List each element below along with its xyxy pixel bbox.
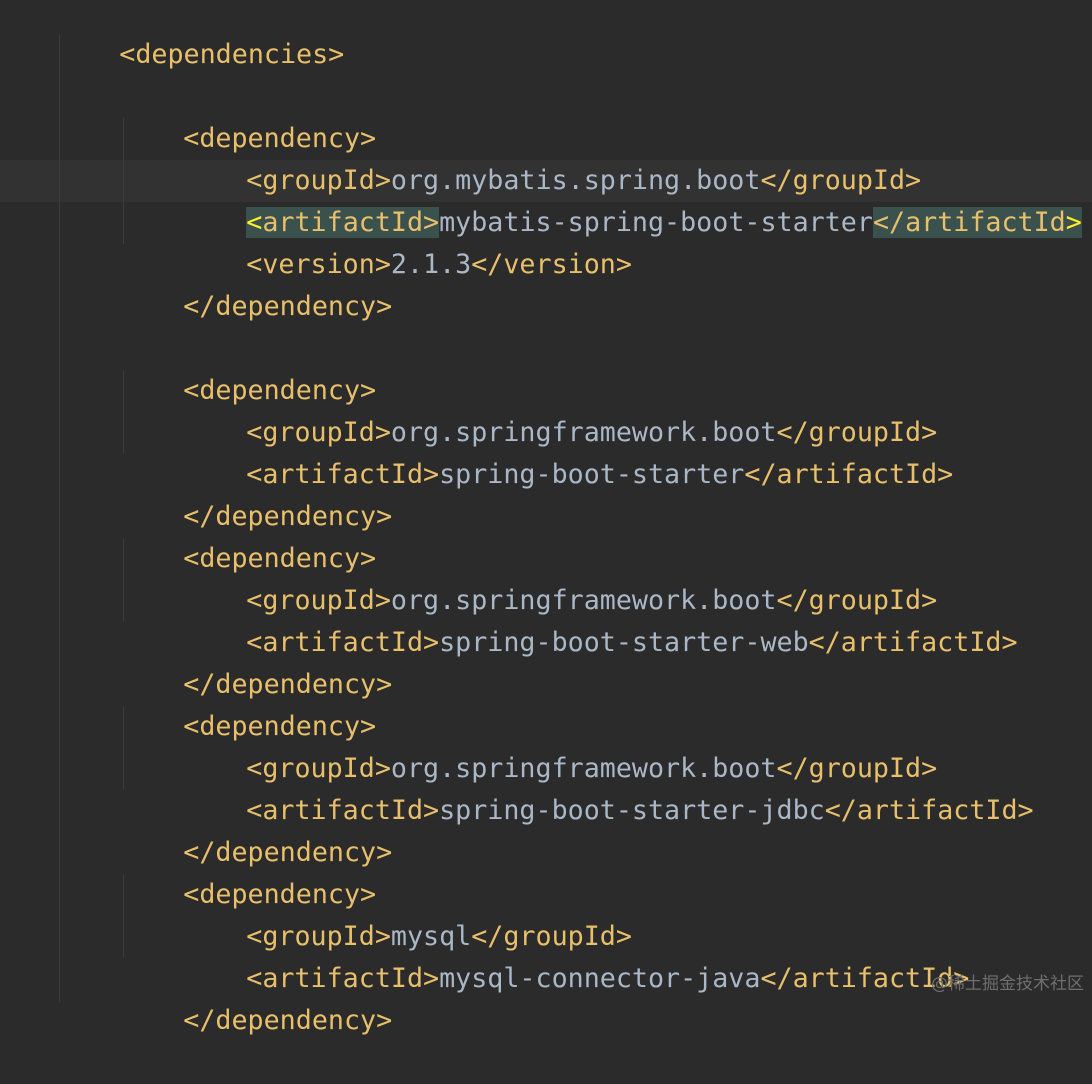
matched-bracket: > (1065, 207, 1082, 238)
code-line[interactable]: <dependency> (119, 328, 376, 406)
code-line-current[interactable]: <artifactId>mybatis-spring-boot-starter<… (182, 160, 1082, 238)
xml-value: spring-boot-starter-web (439, 627, 809, 658)
code-line[interactable]: <dependency> (119, 832, 376, 910)
code-line[interactable]: <version>2.1.3</version> (182, 202, 632, 280)
code-line[interactable]: </dependency> (119, 958, 392, 1036)
code-line[interactable]: <groupId>org.springframework.boot</group… (182, 370, 937, 448)
code-line[interactable]: </dependency> (119, 790, 392, 868)
watermark: @稀土掘金技术社区 (931, 974, 1084, 994)
code-line[interactable]: <dependencies> (55, 0, 344, 70)
code-line[interactable]: <groupId>org.mybatis.spring.boot</groupI… (182, 118, 921, 196)
xml-tag: </artifactId> (808, 627, 1018, 658)
xml-tag: </dependency> (183, 1005, 393, 1036)
code-line[interactable]: </dependency> (119, 454, 392, 532)
code-line[interactable]: </dependency> (119, 244, 392, 322)
code-line[interactable]: <dependency> (119, 664, 376, 742)
code-line[interactable]: <artifactId>spring-boot-starter-web</art… (182, 580, 1017, 658)
xml-value: 2.1.3 (390, 249, 472, 280)
indent-guide (59, 34, 60, 1002)
code-line[interactable]: <dependency> (119, 496, 376, 574)
xml-tag: </dependency> (183, 291, 393, 322)
code-line[interactable]: <groupId>org.springframework.boot</group… (182, 538, 937, 616)
xml-value: spring-boot-starter-jdbc (439, 795, 825, 826)
code-line[interactable]: <artifactId>spring-boot-starter</artifac… (182, 412, 953, 490)
xml-tag-matched: </artifactId (872, 207, 1066, 238)
code-line[interactable]: <artifactId>mysql-connector-java</artifa… (182, 916, 969, 994)
code-line[interactable]: </dependency> (119, 622, 392, 700)
xml-tag: <dependencies> (119, 39, 345, 70)
xml-tag: </artifactId> (824, 795, 1034, 826)
xml-value: spring-boot-starter (439, 459, 745, 490)
code-line[interactable]: <groupId>org.springframework.boot</group… (182, 706, 937, 784)
code-line[interactable]: <artifactId>spring-boot-starter-jdbc</ar… (182, 748, 1033, 826)
code-editor[interactable]: <dependencies> <dependency> <groupId>org… (0, 0, 1092, 1036)
xml-value: mysql-connector-java (439, 963, 761, 994)
xml-tag: </version> (471, 249, 632, 280)
code-line[interactable]: <dependency> (119, 76, 376, 154)
code-line[interactable]: <groupId>mysql</groupId> (182, 874, 632, 952)
xml-tag: </artifactId> (744, 459, 954, 490)
